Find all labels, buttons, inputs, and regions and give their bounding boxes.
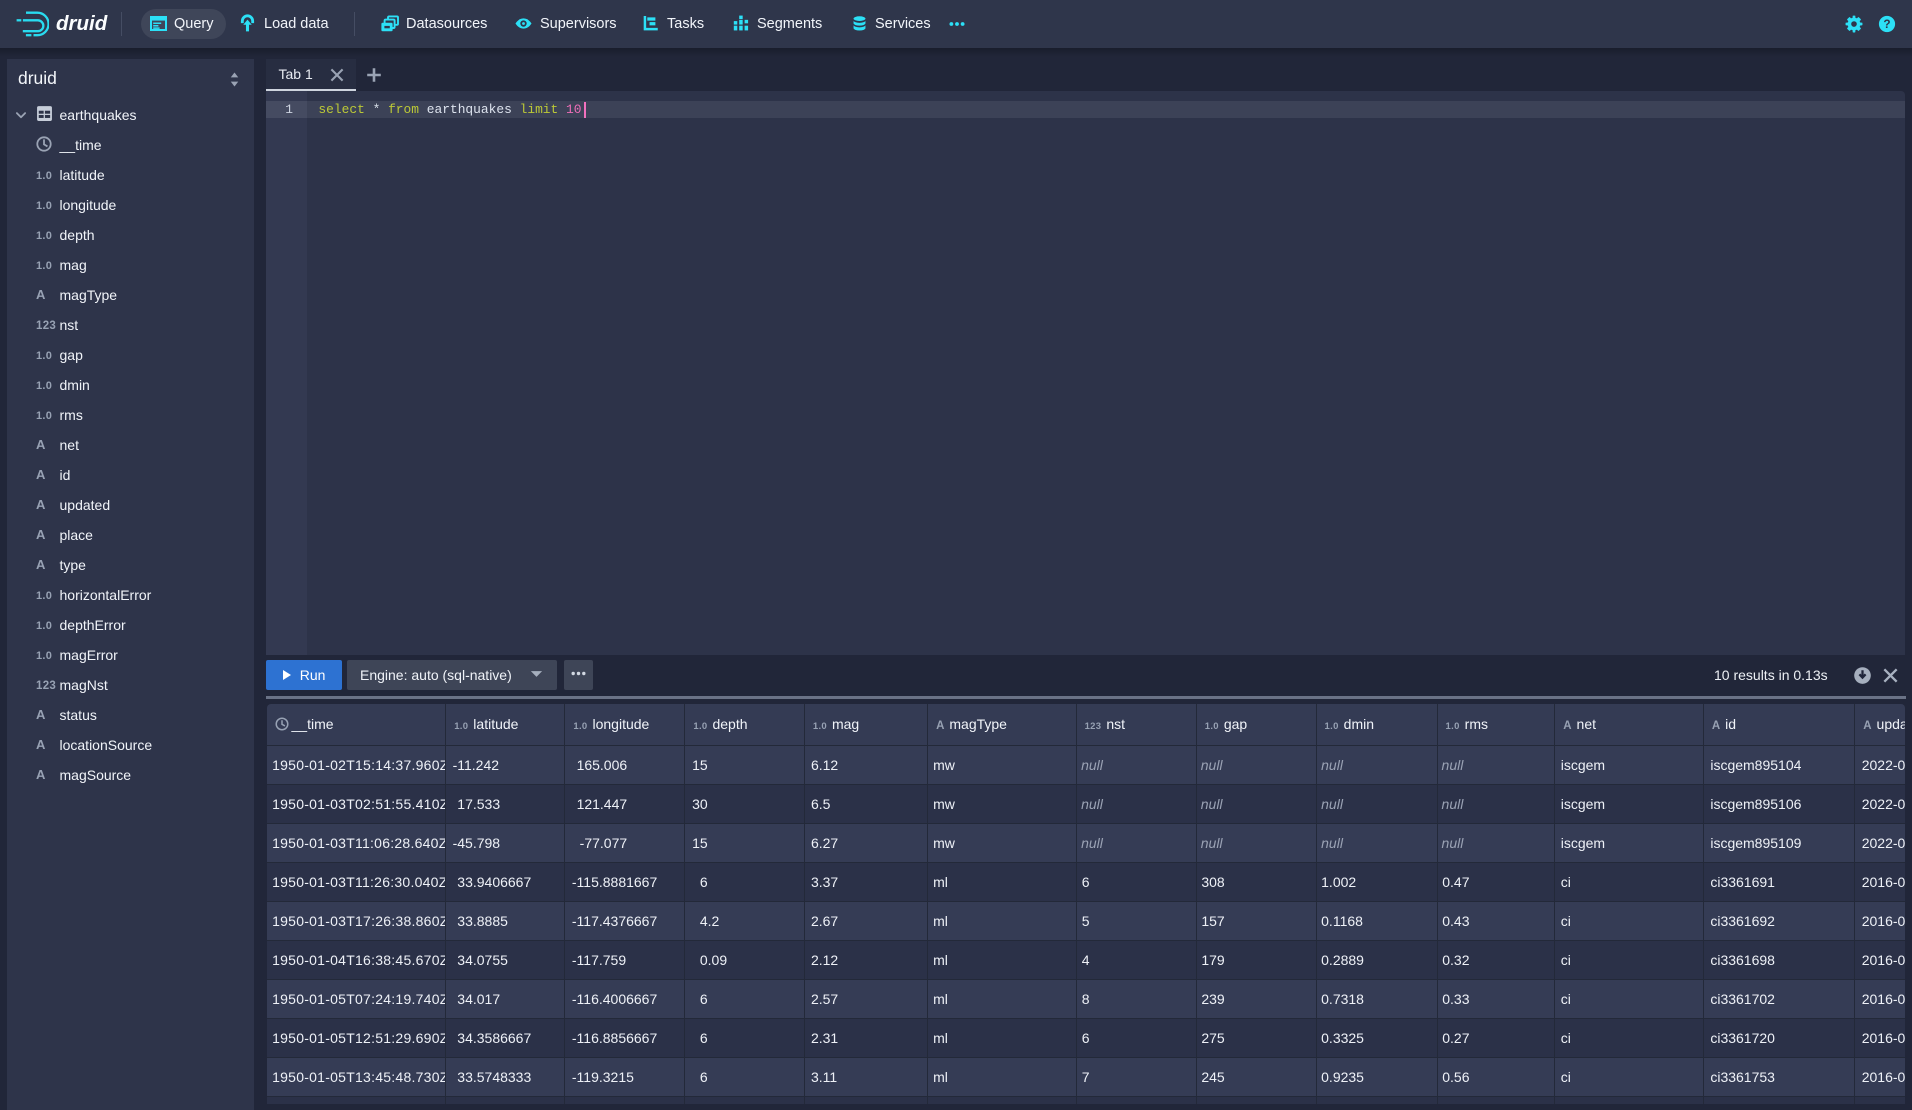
- svg-text:?: ?: [1883, 17, 1890, 31]
